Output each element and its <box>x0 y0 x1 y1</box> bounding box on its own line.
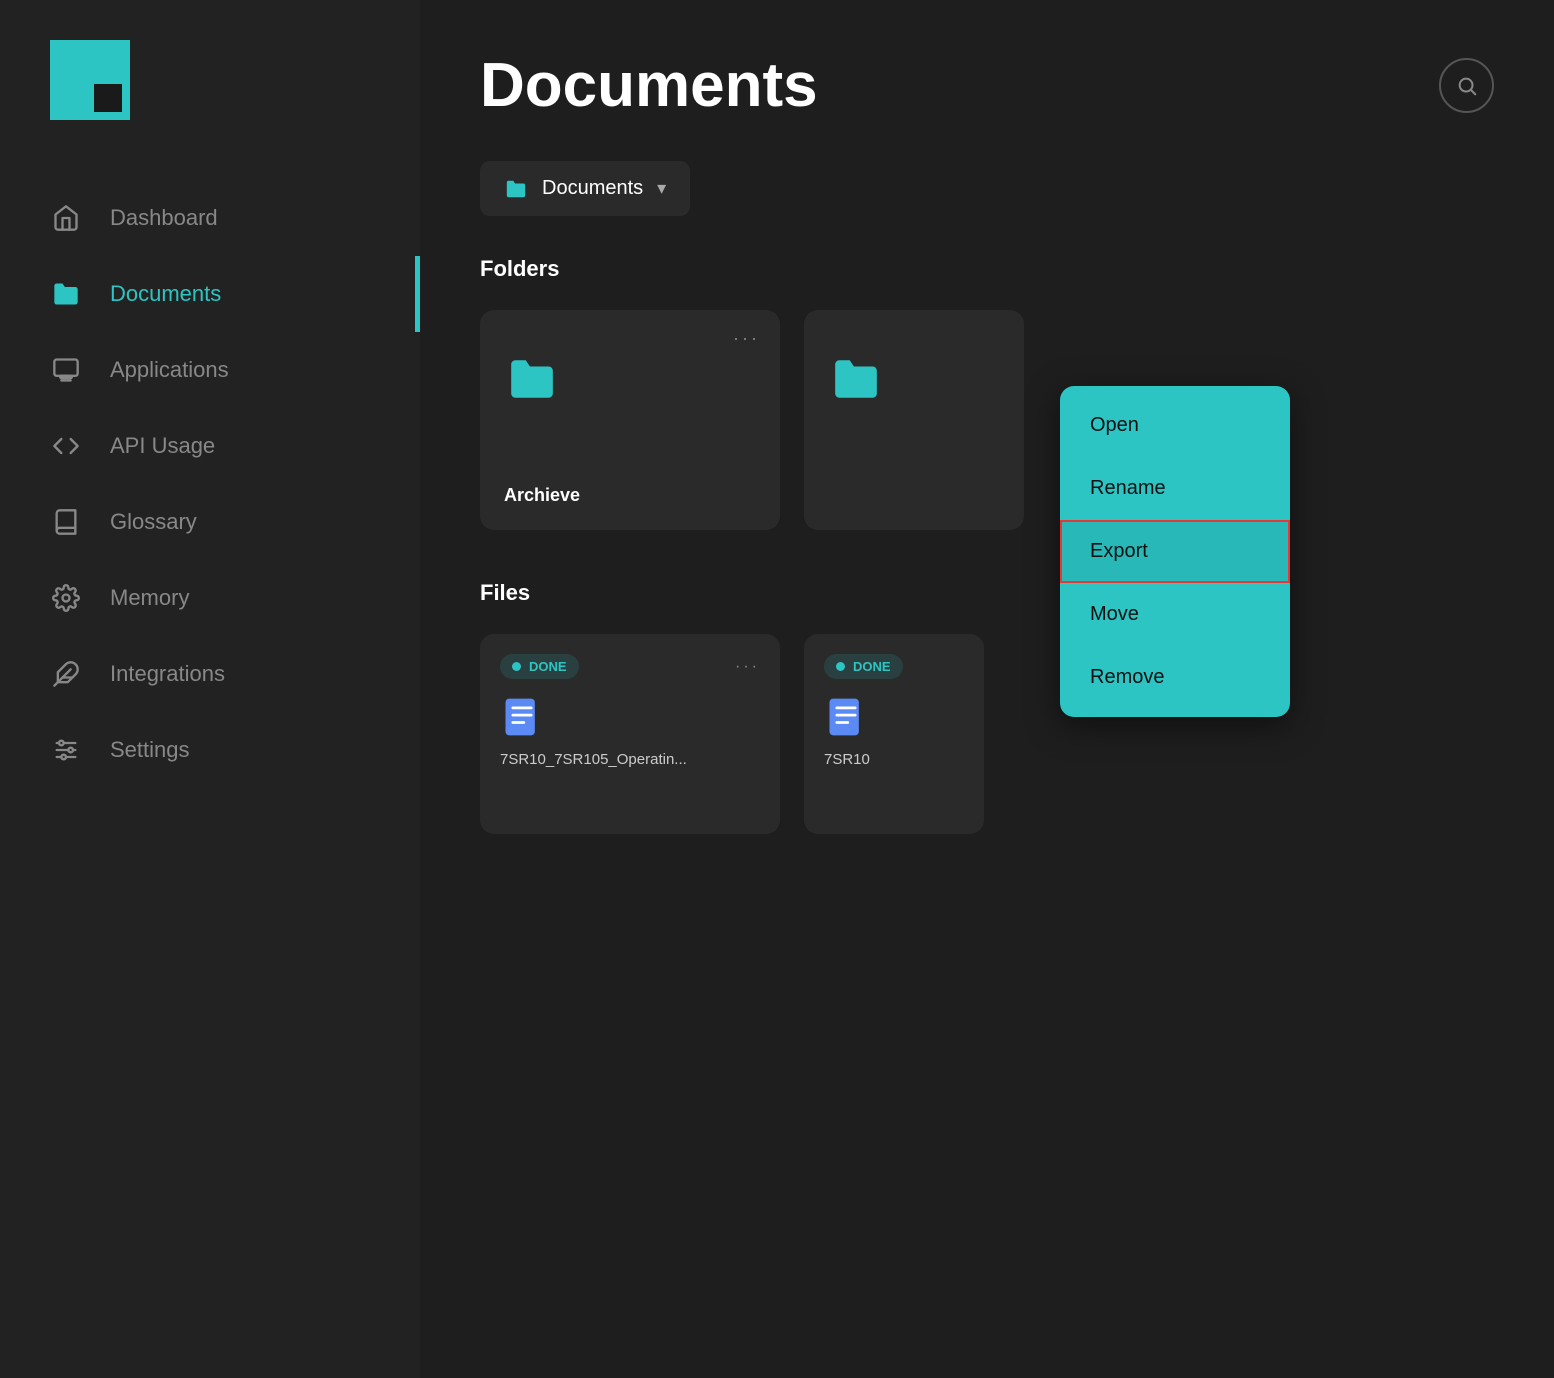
sidebar-item-integrations[interactable]: Integrations <box>0 636 420 712</box>
file-name-1: 7SR10 <box>824 751 964 768</box>
brand-logo <box>50 40 130 120</box>
sidebar-item-documents[interactable]: Documents <box>0 256 420 332</box>
file-menu-button-0[interactable]: ··· <box>735 658 760 676</box>
sidebar-item-applications[interactable]: Applications <box>0 332 420 408</box>
home-icon <box>50 202 82 234</box>
sidebar-nav: Dashboard Documents Applications <box>0 160 420 808</box>
main-content: Documents Documents ▾ Folders ··· <box>420 0 1554 1378</box>
main-header: Documents <box>480 50 1494 121</box>
book-icon <box>50 506 82 538</box>
folders-section: Folders ··· Archieve <box>480 256 1494 530</box>
folder-menu-button[interactable]: ··· <box>733 328 760 349</box>
context-menu-remove[interactable]: Remove <box>1060 646 1290 709</box>
sidebar-item-settings[interactable]: Settings <box>0 712 420 788</box>
context-menu-export[interactable]: Export <box>1060 520 1290 583</box>
file-card-1[interactable]: DONE 7SR10 <box>804 634 984 834</box>
file-card-top-1: DONE <box>824 654 964 679</box>
status-dot-1 <box>836 662 845 671</box>
chevron-down-icon: ▾ <box>657 178 666 199</box>
code-icon <box>50 430 82 462</box>
logo-area <box>0 0 420 160</box>
file-name-0: 7SR10_7SR105_Operatin... <box>500 751 760 768</box>
monitor-icon <box>50 354 82 386</box>
sidebar-item-label: API Usage <box>110 433 215 459</box>
folder-card-traveltr[interactable] <box>804 310 1024 530</box>
context-menu-move[interactable]: Move <box>1060 583 1290 646</box>
folder-icon-traveltr <box>828 354 884 404</box>
files-heading: Files <box>480 580 1494 606</box>
breadcrumb-bar: Documents ▾ <box>480 161 1494 216</box>
puzzle-icon <box>50 658 82 690</box>
folders-row: ··· Archieve <box>480 310 1494 530</box>
breadcrumb-pill[interactable]: Documents ▾ <box>480 161 690 216</box>
file-doc-icon-1 <box>824 693 964 741</box>
status-dot-0 <box>512 662 521 671</box>
sliders-icon <box>50 734 82 766</box>
sidebar-item-dashboard[interactable]: Dashboard <box>0 180 420 256</box>
files-section: Files DONE ··· 7SR10_7SR105_Ope <box>480 580 1494 834</box>
file-card-top-0: DONE ··· <box>500 654 760 679</box>
folder-icon-archieve <box>504 354 560 404</box>
sidebar-item-label: Memory <box>110 585 189 611</box>
sidebar-item-api-usage[interactable]: API Usage <box>0 408 420 484</box>
file-doc-icon-0 <box>500 693 760 741</box>
sidebar-item-memory[interactable]: Memory <box>0 560 420 636</box>
folder-card-archieve[interactable]: ··· Archieve <box>480 310 780 530</box>
context-menu-rename[interactable]: Rename <box>1060 457 1290 520</box>
page-title: Documents <box>480 50 818 121</box>
folder-name-archieve: Archieve <box>504 485 580 506</box>
status-label-1: DONE <box>853 659 891 674</box>
status-badge-0: DONE <box>500 654 579 679</box>
search-button[interactable] <box>1439 58 1494 113</box>
breadcrumb-folder-icon <box>504 178 528 200</box>
file-card-0[interactable]: DONE ··· 7SR10_7SR105_Operatin... <box>480 634 780 834</box>
sidebar-item-label: Documents <box>110 281 221 307</box>
status-badge-1: DONE <box>824 654 903 679</box>
context-menu: Open Rename Export Move Remove <box>1060 386 1290 717</box>
sidebar-item-label: Integrations <box>110 661 225 687</box>
folders-heading: Folders <box>480 256 1494 282</box>
gear-icon <box>50 582 82 614</box>
folder-icon <box>50 278 82 310</box>
sidebar-item-label: Settings <box>110 737 190 763</box>
sidebar-item-label: Applications <box>110 357 229 383</box>
sidebar-item-glossary[interactable]: Glossary <box>0 484 420 560</box>
files-row: DONE ··· 7SR10_7SR105_Operatin... <box>480 634 1494 834</box>
context-menu-open[interactable]: Open <box>1060 394 1290 457</box>
sidebar-item-label: Dashboard <box>110 205 218 231</box>
sidebar-item-label: Glossary <box>110 509 197 535</box>
breadcrumb-label: Documents <box>542 177 643 200</box>
sidebar: Dashboard Documents Applications <box>0 0 420 1378</box>
status-label-0: DONE <box>529 659 567 674</box>
